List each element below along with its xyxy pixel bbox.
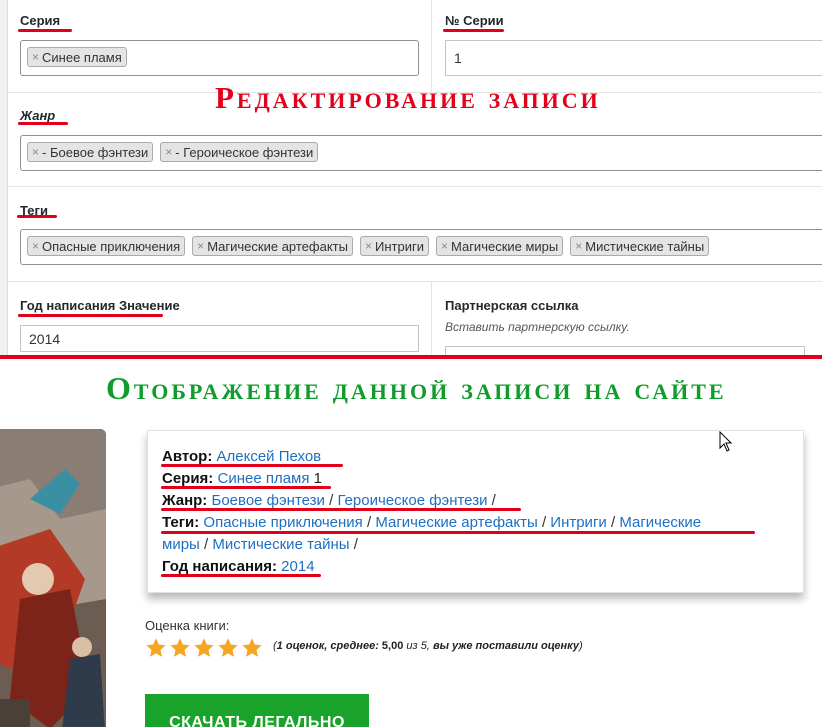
remove-tag-icon[interactable]: × xyxy=(197,239,204,253)
front-headline: Отображение данной записи на сайте xyxy=(106,370,727,406)
paren-close: ) xyxy=(579,640,583,652)
separator: / xyxy=(353,536,358,553)
tag-chip: × Магические миры xyxy=(435,236,564,256)
genre-tags: × - Боевое фэнтези × - Героическое фэнтези xyxy=(27,142,319,162)
tags-select[interactable]: × Опасные приключения × Магические артефакт… xyxy=(20,229,822,265)
series-number-label: № Серии xyxy=(445,13,504,28)
year-input[interactable]: 2014 xyxy=(20,325,419,352)
tag-link[interactable]: Интриги xyxy=(550,514,607,531)
genre-label: Жанр: xyxy=(162,492,208,509)
separator: / xyxy=(329,492,334,509)
star-icon[interactable] xyxy=(241,637,263,659)
genre-link[interactable]: Боевое фэнтези xyxy=(211,492,324,509)
rating-summary: (1 оценок, среднее: 5,00 из 5, вы уже по… xyxy=(273,640,583,652)
genre-chip-label: - Героическое фэнтези xyxy=(175,144,314,160)
separator: / xyxy=(204,536,209,553)
download-button[interactable]: СКАЧАТЬ ЛЕГАЛЬНО xyxy=(145,694,369,727)
tag-link[interactable]: Магические xyxy=(619,514,701,531)
year-label: Год написания: xyxy=(162,558,277,575)
genre-chip: × - Героическое фэнтези xyxy=(160,142,319,162)
row-divider xyxy=(7,281,822,282)
year-value: 2014 xyxy=(29,331,61,347)
series-number-label-underline xyxy=(443,29,504,32)
edit-headline: Редактирование записи xyxy=(215,80,601,115)
author-label: Автор: xyxy=(162,448,213,465)
tag-link[interactable]: Мистические тайны xyxy=(212,536,349,553)
series-number: 1 xyxy=(313,470,322,487)
separator: / xyxy=(366,514,372,531)
star-icon[interactable] xyxy=(193,637,215,659)
book-cover-image[interactable] xyxy=(0,429,106,727)
column-divider xyxy=(431,281,432,358)
tag-chip-label: Опасные приключения xyxy=(42,238,181,254)
rating-average: 5,00 xyxy=(381,640,404,652)
remove-tag-icon[interactable]: × xyxy=(165,145,172,159)
genre-select[interactable]: × - Боевое фэнтези × - Героическое фэнтези xyxy=(20,135,822,171)
tags-tags: × Опасные приключения × Магические артефакт… xyxy=(27,236,710,256)
rating-stars[interactable] xyxy=(145,637,263,659)
tag-chip: × Опасные приключения xyxy=(27,236,186,256)
series-chip-label: Синее пламя xyxy=(42,49,122,65)
partner-link-hint: Вставить партнерскую ссылку. xyxy=(445,320,630,334)
rating-scale: из 5, xyxy=(406,640,430,652)
rating-voted: вы уже поставили оценку xyxy=(432,640,579,652)
genre-underline xyxy=(161,508,521,511)
separator: / xyxy=(491,492,496,509)
remove-tag-icon[interactable]: × xyxy=(32,145,39,159)
genre-chip-label: - Боевое фэнтези xyxy=(42,144,149,160)
year-label-underline xyxy=(18,314,163,317)
separator: / xyxy=(541,514,547,531)
series-number-value: 1 xyxy=(454,50,462,66)
tag-link[interactable]: Опасные приключения xyxy=(203,514,362,531)
series-number-input[interactable]: 1 xyxy=(445,40,822,76)
genre-chip: × - Боевое фэнтези xyxy=(27,142,154,162)
rating-label: Оценка книги: xyxy=(145,618,230,633)
front-view: Отображение данной записи на сайте Автор… xyxy=(0,359,822,727)
year-link[interactable]: 2014 xyxy=(281,558,314,575)
tag-chip-label: Интриги xyxy=(374,238,424,254)
series-underline xyxy=(161,486,331,489)
remove-tag-icon[interactable]: × xyxy=(441,239,448,253)
year-underline xyxy=(161,574,321,577)
tag-chip: × Интриги xyxy=(359,236,429,256)
separator: / xyxy=(610,514,616,531)
genre-label: Жанр xyxy=(20,108,56,123)
series-link[interactable]: Синее пламя xyxy=(217,470,309,487)
series-chip: × Синее пламя xyxy=(27,47,127,67)
remove-tag-icon[interactable]: × xyxy=(365,239,372,253)
admin-edit-panel: Серия × Синее пламя № Серии 1 Редактирова… xyxy=(0,0,822,366)
tag-chip-label: Магические артефакты xyxy=(207,238,348,254)
author-link[interactable]: Алексей Пехов xyxy=(217,448,322,465)
series-select[interactable]: × Синее пламя xyxy=(20,40,419,76)
author-underline xyxy=(161,464,343,467)
tag-chip-label: Магические миры xyxy=(450,238,559,254)
remove-tag-icon[interactable]: × xyxy=(575,239,582,253)
column-divider xyxy=(431,0,432,92)
series-tags: × Синее пламя xyxy=(27,47,127,67)
partner-link-label: Партнерская ссылка xyxy=(445,298,579,313)
mouse-cursor-icon xyxy=(719,431,733,452)
tag-chip-label: Мистические тайны xyxy=(585,238,705,254)
tag-chip: × Мистические тайны xyxy=(570,236,710,256)
tag-link[interactable]: Магические артефакты xyxy=(375,514,537,531)
rating-count: 1 оценок, среднее: xyxy=(276,640,379,652)
tags-line-continued: миры / Мистические тайны / xyxy=(162,534,358,556)
tags-label-underline xyxy=(17,215,57,218)
series-label-underline xyxy=(18,29,72,32)
star-icon[interactable] xyxy=(169,637,191,659)
tag-link[interactable]: миры xyxy=(162,536,200,553)
row-divider xyxy=(7,186,822,187)
series-label: Серия: xyxy=(162,470,214,487)
genre-label-underline xyxy=(18,122,68,125)
remove-tag-icon[interactable]: × xyxy=(32,239,39,253)
tag-chip: × Магические артефакты xyxy=(192,236,353,256)
star-icon[interactable] xyxy=(217,637,239,659)
star-icon[interactable] xyxy=(145,637,167,659)
book-info-card: Автор: Алексей Пехов Серия: Синее пламя … xyxy=(147,430,804,593)
year-label: Год написания Значение xyxy=(20,298,180,313)
genre-link[interactable]: Героическое фэнтези xyxy=(337,492,487,509)
series-label: Серия xyxy=(20,13,61,28)
tags-label: Теги: xyxy=(162,514,200,531)
remove-tag-icon[interactable]: × xyxy=(32,50,39,64)
